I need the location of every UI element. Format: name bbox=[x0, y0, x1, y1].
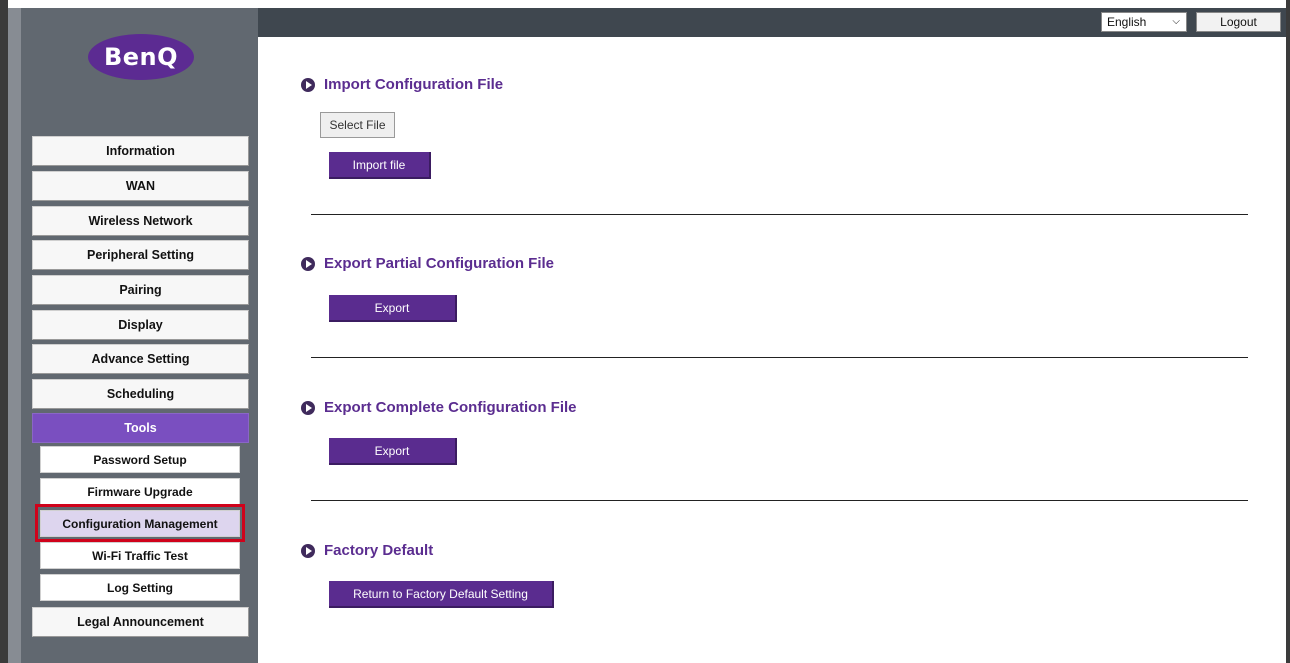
logo-text: BenQ bbox=[103, 43, 179, 71]
factory-default-button[interactable]: Return to Factory Default Setting bbox=[329, 581, 554, 608]
sidebar-subitem-firmware-upgrade[interactable]: Firmware Upgrade bbox=[40, 478, 240, 505]
section-title-text: Export Complete Configuration File bbox=[324, 399, 577, 416]
chevron-down-icon: ⌵ bbox=[1172, 16, 1180, 27]
section-export-partial-title: Export Partial Configuration File bbox=[301, 255, 554, 272]
sidebar-item-tools[interactable]: Tools bbox=[32, 413, 249, 443]
right-border bbox=[1286, 0, 1290, 663]
sidebar-item-legal-announcement[interactable]: Legal Announcement bbox=[32, 607, 249, 637]
language-value: English bbox=[1107, 15, 1147, 29]
sidebar-subitem-password-setup[interactable]: Password Setup bbox=[40, 446, 240, 473]
section-factory-default-title: Factory Default bbox=[301, 542, 433, 559]
section-divider bbox=[311, 500, 1248, 501]
section-title-text: Factory Default bbox=[324, 542, 434, 559]
play-bullet-icon bbox=[301, 77, 315, 92]
sidebar-item-information[interactable]: Information bbox=[32, 136, 249, 166]
sidebar-item-scheduling[interactable]: Scheduling bbox=[32, 379, 249, 409]
app-window: BenQ Information WAN Wireless Network Pe… bbox=[0, 0, 1290, 663]
export-complete-button[interactable]: Export bbox=[329, 438, 457, 465]
section-divider bbox=[311, 214, 1248, 215]
sidebar-item-display[interactable]: Display bbox=[32, 310, 249, 340]
play-bullet-icon bbox=[301, 543, 315, 558]
logout-button[interactable]: Logout bbox=[1196, 12, 1281, 32]
section-import-title: Import Configuration File bbox=[301, 76, 503, 93]
benq-logo: BenQ bbox=[88, 34, 194, 80]
left-border bbox=[0, 0, 8, 663]
section-title-text: Import Configuration File bbox=[324, 76, 504, 93]
sidebar-subitem-log-setting[interactable]: Log Setting bbox=[40, 574, 240, 601]
top-margin bbox=[0, 0, 1290, 8]
play-bullet-icon bbox=[301, 256, 315, 271]
play-bullet-icon bbox=[301, 400, 315, 415]
sidebar-item-peripheral-setting[interactable]: Peripheral Setting bbox=[32, 240, 249, 270]
section-title-text: Export Partial Configuration File bbox=[324, 255, 555, 272]
section-divider bbox=[311, 357, 1248, 358]
sidebar-item-pairing[interactable]: Pairing bbox=[32, 275, 249, 305]
sidebar-item-wireless-network[interactable]: Wireless Network bbox=[32, 206, 249, 236]
sidebar-item-wan[interactable]: WAN bbox=[32, 171, 249, 201]
sidebar-edge bbox=[8, 8, 21, 663]
select-file-button[interactable]: Select File bbox=[320, 112, 395, 138]
export-partial-button[interactable]: Export bbox=[329, 295, 457, 322]
sidebar-item-advance-setting[interactable]: Advance Setting bbox=[32, 344, 249, 374]
language-select[interactable]: English ⌵ bbox=[1101, 12, 1187, 32]
sidebar-subitem-wifi-traffic-test[interactable]: Wi-Fi Traffic Test bbox=[40, 542, 240, 569]
selection-highlight bbox=[35, 504, 245, 542]
import-file-button[interactable]: Import file bbox=[329, 152, 431, 179]
section-export-complete-title: Export Complete Configuration File bbox=[301, 399, 577, 416]
